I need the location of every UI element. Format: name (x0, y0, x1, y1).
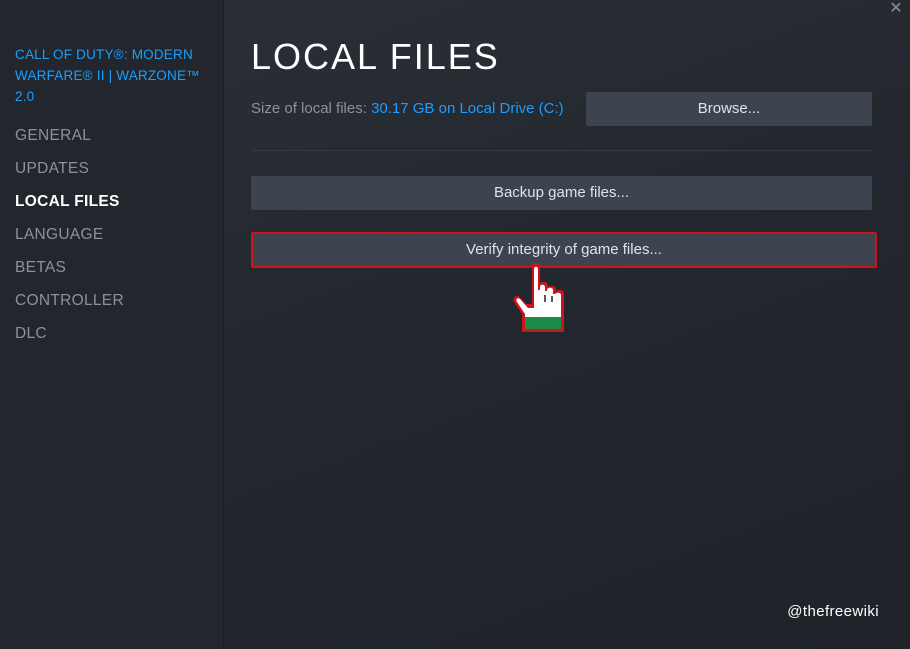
size-text: Size of local files: 30.17 GB on Local D… (251, 100, 564, 117)
sidebar-item-dlc[interactable]: DLC (0, 317, 223, 350)
sidebar-item-general[interactable]: GENERAL (0, 119, 223, 152)
sidebar-item-local-files[interactable]: LOCAL FILES (0, 185, 223, 218)
hand-pointer-icon (513, 263, 564, 332)
sidebar-item-language[interactable]: LANGUAGE (0, 218, 223, 251)
sidebar-item-controller[interactable]: CONTROLLER (0, 284, 223, 317)
game-title: CALL OF DUTY®: MODERN WARFARE® II | WARZ… (15, 47, 200, 104)
divider (251, 150, 872, 151)
close-icon[interactable]: ✕ (888, 0, 904, 18)
sidebar-item-betas[interactable]: BETAS (0, 251, 223, 284)
watermark: @thefreewiki (787, 603, 879, 620)
sidebar-item-updates[interactable]: UPDATES (0, 152, 223, 185)
steam-properties-window: CALL OF DUTY®: MODERN WARFARE® II | WARZ… (0, 0, 910, 649)
page-title: LOCAL FILES (251, 36, 500, 77)
main-panel: ✕ LOCAL FILES Size of local files: 30.17… (224, 0, 910, 649)
backup-game-files-button[interactable]: Backup game files... (251, 176, 872, 210)
size-value-link[interactable]: 30.17 GB on Local Drive (C:) (371, 100, 564, 117)
browse-button[interactable]: Browse... (586, 92, 872, 126)
size-label: Size of local files: (251, 100, 372, 117)
sidebar: CALL OF DUTY®: MODERN WARFARE® II | WARZ… (0, 0, 224, 649)
local-files-size-row: Size of local files: 30.17 GB on Local D… (251, 92, 872, 126)
